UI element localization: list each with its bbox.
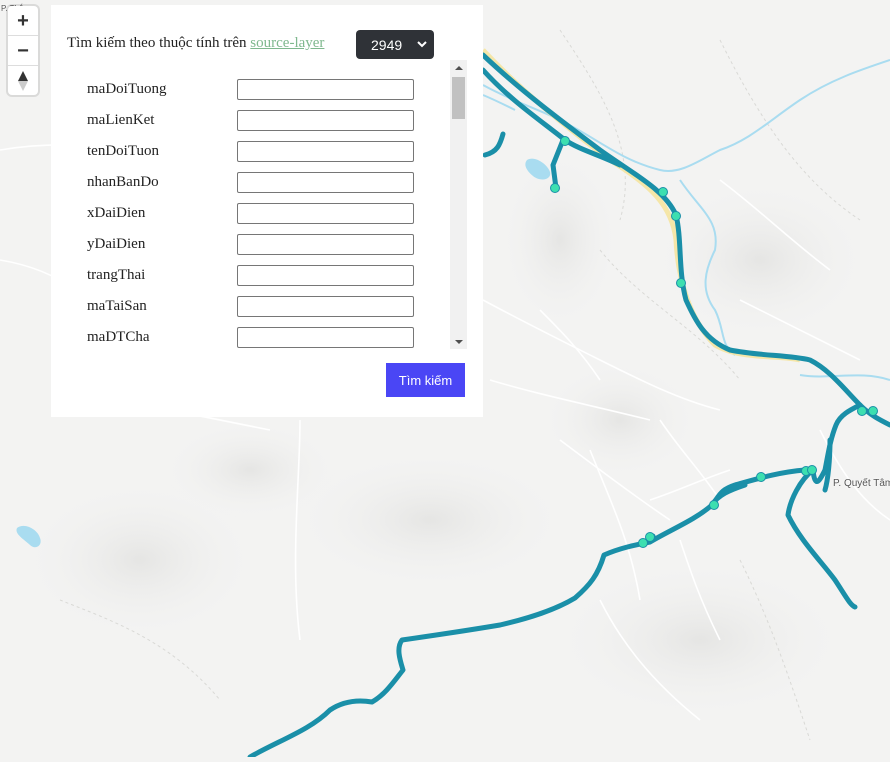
scroll-down-arrow[interactable] bbox=[450, 334, 467, 349]
attribute-input-malienket[interactable] bbox=[237, 110, 414, 131]
map-zoom-control: + − bbox=[8, 6, 38, 95]
attribute-label: maDTCha bbox=[87, 329, 150, 345]
attribute-label: maLienKet bbox=[87, 112, 155, 128]
plus-icon: + bbox=[17, 9, 29, 32]
attribute-row: maTaiSan bbox=[51, 295, 451, 317]
attribute-row: maDTCha bbox=[51, 326, 451, 348]
attribute-row: xDaiDien bbox=[51, 202, 451, 224]
reset-bearing-button[interactable] bbox=[8, 66, 38, 95]
panel-title-text: Tìm kiếm theo thuộc tính trên bbox=[67, 35, 247, 51]
attribute-row: tenDoiTuon bbox=[51, 140, 451, 162]
attribute-input-mataisan[interactable] bbox=[237, 296, 414, 317]
compass-icon bbox=[18, 70, 28, 91]
attribute-label: maTaiSan bbox=[87, 298, 147, 314]
attribute-input-trangthai[interactable] bbox=[237, 265, 414, 286]
place-label: P. Quyết Tâm bbox=[833, 478, 890, 489]
caret-up-icon bbox=[454, 65, 463, 70]
scrollbar-thumb[interactable] bbox=[452, 77, 465, 119]
attribute-label: nhanBanDo bbox=[87, 174, 159, 190]
attribute-row: trangThai bbox=[51, 264, 451, 286]
attribute-input-xdaidien[interactable] bbox=[237, 203, 414, 224]
chevron-down-icon bbox=[417, 41, 427, 48]
attribute-search-panel: Tìm kiếm theo thuộc tính trên source-lay… bbox=[51, 5, 483, 417]
attribute-field-list: maDoiTuong maLienKet tenDoiTuon nhanBanD… bbox=[51, 64, 451, 349]
attribute-list-scrollbar[interactable] bbox=[450, 60, 467, 349]
attribute-label: maDoiTuong bbox=[87, 81, 167, 97]
attribute-label: trangThai bbox=[87, 267, 146, 283]
caret-down-icon bbox=[454, 339, 463, 344]
selected-layer-value: 2949 bbox=[371, 36, 403, 53]
attribute-label: tenDoiTuon bbox=[87, 143, 159, 159]
attribute-row: maDoiTuong bbox=[51, 78, 451, 100]
zoom-out-button[interactable]: − bbox=[8, 36, 38, 66]
attribute-row: maLienKet bbox=[51, 109, 451, 131]
source-layer-select[interactable]: 2949 bbox=[356, 30, 434, 59]
attribute-row: nhanBanDo bbox=[51, 171, 451, 193]
search-button[interactable]: Tìm kiếm bbox=[386, 363, 465, 397]
source-layer-link[interactable]: source-layer bbox=[250, 35, 324, 51]
attribute-input-ydaidien[interactable] bbox=[237, 234, 414, 255]
attribute-input-tendoituon[interactable] bbox=[237, 141, 414, 162]
panel-title: Tìm kiếm theo thuộc tính trên source-lay… bbox=[67, 35, 324, 52]
attribute-input-madoituong[interactable] bbox=[237, 79, 414, 100]
attribute-label: yDaiDien bbox=[87, 236, 146, 252]
zoom-in-button[interactable]: + bbox=[8, 6, 38, 36]
attribute-row: yDaiDien bbox=[51, 233, 451, 255]
scroll-up-arrow[interactable] bbox=[450, 60, 467, 75]
attribute-label: xDaiDien bbox=[87, 205, 146, 221]
minus-icon: − bbox=[17, 39, 29, 62]
attribute-input-madtcha[interactable] bbox=[237, 327, 414, 348]
attribute-input-nhanbando[interactable] bbox=[237, 172, 414, 193]
